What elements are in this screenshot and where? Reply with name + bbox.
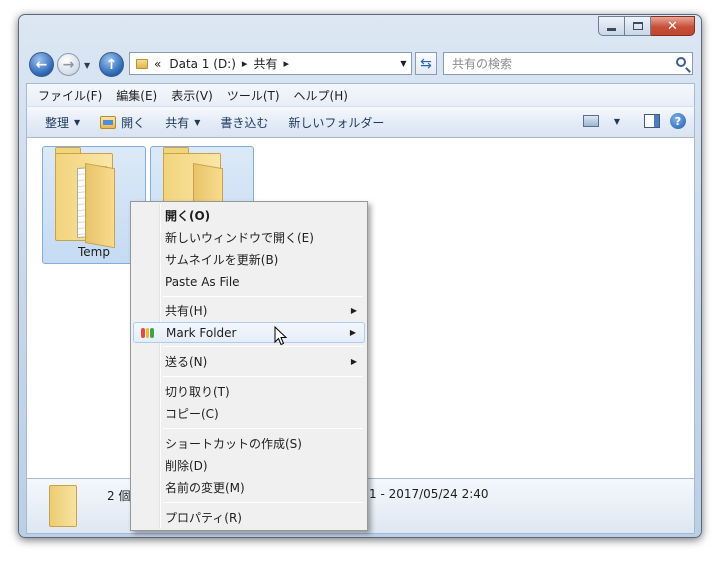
mark-folder-icon bbox=[141, 327, 155, 338]
toolbar-right: ▼ ? bbox=[582, 113, 686, 129]
forward-button[interactable]: → bbox=[57, 53, 80, 76]
new-folder-button[interactable]: 新しいフォルダー bbox=[278, 114, 394, 131]
organize-label: 整理 bbox=[45, 115, 70, 130]
chevron-down-icon: ▼ bbox=[194, 117, 201, 127]
context-share[interactable]: 共有(H) ▶ bbox=[133, 300, 365, 321]
change-view-icon[interactable] bbox=[582, 115, 599, 127]
chevron-down-icon: ▼ bbox=[74, 117, 81, 127]
menu-help[interactable]: ヘルプ(H) bbox=[287, 87, 355, 104]
view-chevron-down-icon[interactable]: ▼ bbox=[614, 117, 620, 126]
context-open[interactable]: 開く(O) bbox=[133, 205, 365, 226]
menu-separator bbox=[163, 346, 363, 347]
address-overflow[interactable]: « bbox=[154, 57, 161, 71]
submenu-arrow-icon: ▶ bbox=[349, 328, 356, 337]
menu-separator bbox=[163, 428, 363, 429]
open-label: 開く bbox=[121, 115, 146, 130]
share-label: 共有 bbox=[165, 115, 190, 130]
open-button[interactable]: 開く bbox=[90, 114, 155, 131]
explorer-icon bbox=[100, 115, 117, 129]
address-bar[interactable]: « Data 1 (D:) ▸ 共有 ▸ ▼ bbox=[129, 52, 412, 75]
share-button[interactable]: 共有 ▼ bbox=[155, 114, 210, 131]
arrow-left-icon: ← bbox=[35, 56, 48, 73]
burn-button[interactable]: 書き込む bbox=[210, 114, 278, 131]
arrow-up-icon: ↑ bbox=[105, 56, 118, 73]
refresh-button[interactable]: ⇆ bbox=[415, 52, 437, 75]
search-box[interactable]: 共有の検索 bbox=[443, 52, 693, 75]
command-bar: 整理 ▼ 開く 共有 ▼ 書き込む 新しいフォルダー ▼ ? bbox=[26, 106, 695, 138]
folder-icon bbox=[136, 58, 148, 69]
context-delete[interactable]: 削除(D) bbox=[133, 455, 365, 476]
context-refresh-thumbnail[interactable]: サムネイルを更新(B) bbox=[133, 249, 365, 270]
menu-separator bbox=[163, 502, 363, 503]
folder-icon bbox=[55, 147, 117, 249]
context-menu: 開く(O) 新しいウィンドウで開く(E) サムネイルを更新(B) Paste A… bbox=[130, 201, 368, 531]
menu-edit[interactable]: 編集(E) bbox=[109, 87, 164, 104]
breadcrumb-separator-icon[interactable]: ▸ bbox=[242, 57, 248, 70]
refresh-icon: ⇆ bbox=[420, 55, 432, 72]
arrow-right-icon: → bbox=[62, 56, 75, 73]
search-input[interactable]: 共有の検索 bbox=[452, 55, 512, 72]
recent-pages-dropdown[interactable]: ▼ bbox=[84, 61, 90, 70]
context-copy[interactable]: コピー(C) bbox=[133, 403, 365, 424]
preview-pane-icon[interactable] bbox=[644, 114, 660, 128]
organize-button[interactable]: 整理 ▼ bbox=[35, 114, 90, 131]
back-button[interactable]: ← bbox=[29, 52, 54, 77]
breadcrumb-separator-icon[interactable]: ▸ bbox=[283, 57, 289, 70]
menu-tools[interactable]: ツール(T) bbox=[220, 87, 287, 104]
modified-date: 1 - 2017/05/24 2:40 bbox=[369, 487, 489, 501]
search-icon[interactable] bbox=[676, 57, 686, 67]
menu-separator bbox=[163, 296, 363, 297]
menu-bar: ファイル(F) 編集(E) 表示(V) ツール(T) ヘルプ(H) bbox=[26, 83, 695, 106]
maximize-icon bbox=[632, 22, 643, 30]
close-icon: ✕ bbox=[667, 18, 678, 34]
context-paste-as-file[interactable]: Paste As File bbox=[133, 271, 365, 292]
burn-label: 書き込む bbox=[220, 115, 269, 130]
context-mark-folder[interactable]: Mark Folder ▶ bbox=[133, 322, 365, 343]
breadcrumb-drive[interactable]: Data 1 (D:) bbox=[169, 57, 236, 71]
address-dropdown-icon[interactable]: ▼ bbox=[395, 53, 411, 74]
menu-view[interactable]: 表示(V) bbox=[164, 87, 220, 104]
up-button[interactable]: ↑ bbox=[99, 52, 124, 77]
submenu-arrow-icon: ▶ bbox=[350, 357, 357, 366]
caption-buttons: ✕ bbox=[598, 16, 695, 36]
context-send-to[interactable]: 送る(N) ▶ bbox=[133, 351, 365, 372]
context-properties[interactable]: プロパティ(R) bbox=[133, 507, 365, 528]
context-open-new-window[interactable]: 新しいウィンドウで開く(E) bbox=[133, 227, 365, 248]
context-rename[interactable]: 名前の変更(M) bbox=[133, 477, 365, 498]
minimize-button[interactable] bbox=[598, 16, 625, 36]
selection-count: 2 個 bbox=[107, 489, 131, 503]
menu-file[interactable]: ファイル(F) bbox=[31, 87, 109, 104]
menu-separator bbox=[163, 376, 363, 377]
breadcrumb-share[interactable]: 共有 bbox=[253, 55, 277, 72]
help-icon[interactable]: ? bbox=[670, 113, 686, 129]
folder-icon bbox=[49, 485, 77, 527]
submenu-arrow-icon: ▶ bbox=[350, 306, 357, 315]
new-folder-label: 新しいフォルダー bbox=[288, 115, 385, 130]
context-cut[interactable]: 切り取り(T) bbox=[133, 381, 365, 402]
mouse-cursor-icon bbox=[274, 326, 288, 346]
close-button[interactable]: ✕ bbox=[651, 16, 695, 36]
minimize-icon bbox=[607, 27, 616, 31]
maximize-button[interactable] bbox=[625, 16, 651, 36]
context-create-shortcut[interactable]: ショートカットの作成(S) bbox=[133, 433, 365, 454]
